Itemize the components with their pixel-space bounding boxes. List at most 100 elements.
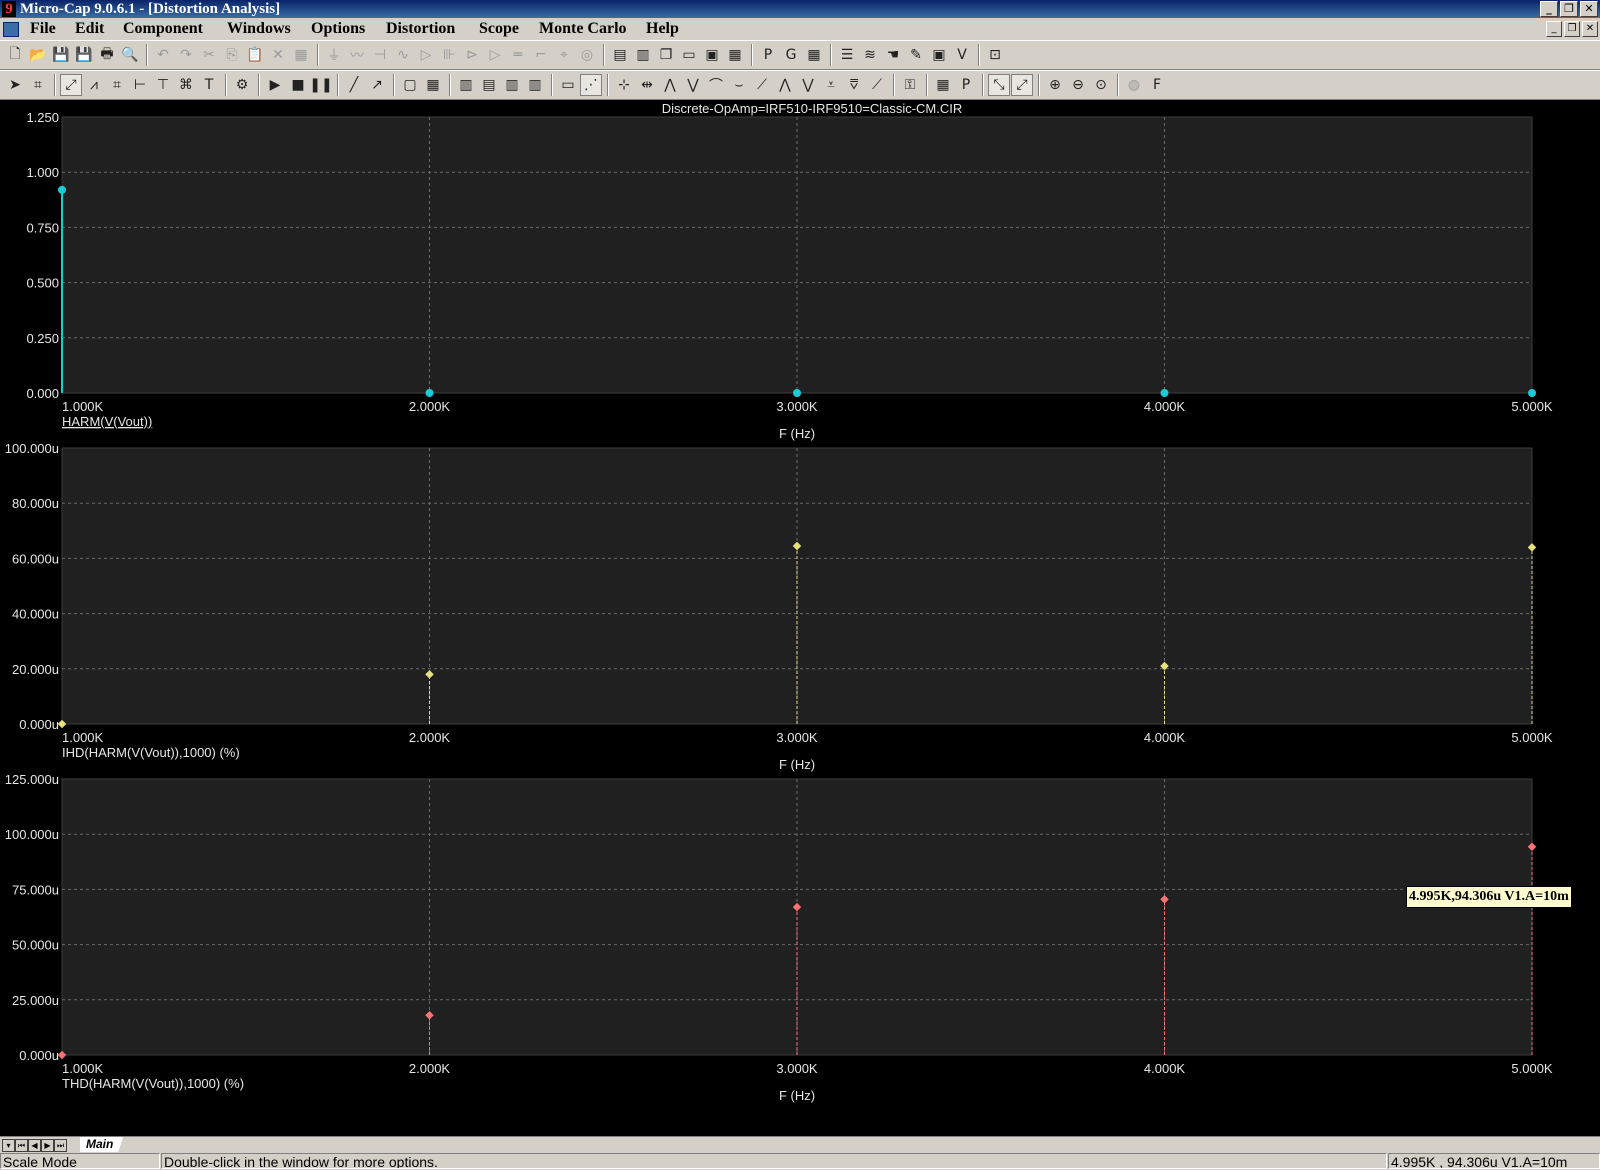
p-key-icon[interactable]: P — [757, 44, 779, 66]
plot-icon[interactable]: ▣ — [928, 44, 950, 66]
grid-icon[interactable]: ▦ — [422, 74, 444, 96]
g-key-icon[interactable]: G — [780, 44, 802, 66]
data-points-icon[interactable]: ▤ — [478, 74, 500, 96]
calculator-icon[interactable]: ▦ — [724, 44, 746, 66]
opamp-icon[interactable]: ▷ — [484, 44, 506, 66]
waveform-icon[interactable]: ≋ — [859, 44, 881, 66]
npn-icon[interactable]: ⊳ — [461, 44, 483, 66]
doc-close-button[interactable]: ✕ — [1582, 21, 1598, 37]
same-y-icon[interactable]: ⇹ — [636, 74, 658, 96]
scale-mode-icon[interactable]: ⤢ — [60, 74, 82, 96]
probe-icon[interactable]: ⌖ — [553, 44, 575, 66]
global-high-icon[interactable]: ⋀ — [774, 74, 796, 96]
table-icon[interactable]: ▦ — [932, 74, 954, 96]
print-icon[interactable]: 🖶 — [96, 44, 118, 66]
resistor-icon[interactable]: 〰 — [346, 44, 368, 66]
window-icon[interactable]: ▭ — [678, 44, 700, 66]
inductor-icon[interactable]: ∿ — [392, 44, 414, 66]
list-icon[interactable]: ☰ — [836, 44, 858, 66]
minor-grid-icon[interactable]: ▥ — [455, 74, 477, 96]
window2-icon[interactable]: ▣ — [701, 44, 723, 66]
vertical-tag-icon[interactable]: ⊤ — [152, 74, 174, 96]
high-icon[interactable]: ⌒ — [705, 74, 727, 96]
delete-icon[interactable]: ✕ — [267, 44, 289, 66]
stop-icon[interactable]: ■ — [287, 74, 309, 96]
cursor-icon[interactable]: ⋰ — [580, 74, 602, 96]
capacitor-icon[interactable]: ⊣ — [369, 44, 391, 66]
paste-icon[interactable]: 📋 — [244, 44, 266, 66]
menu-monte-carlo[interactable]: Monte Carlo — [539, 20, 627, 38]
plot-window[interactable]: Discrete-OpAmp=IRF510-IRF9510=Classic-CM… — [0, 100, 1600, 1136]
cursor-mode-icon[interactable]: ⩘ — [83, 74, 105, 96]
line-icon[interactable]: ╱ — [343, 74, 365, 96]
save-icon[interactable]: 💾 — [50, 44, 72, 66]
pause-icon[interactable]: ❚❚ — [309, 74, 332, 96]
new-icon[interactable]: 🗋 — [4, 44, 26, 66]
tab-prev-button[interactable]: ◀ — [28, 1139, 41, 1152]
tab-last-button[interactable]: ⏭ — [54, 1139, 67, 1152]
close-button[interactable]: ✕ — [1580, 1, 1598, 17]
ground-icon[interactable]: ⏚ — [323, 44, 345, 66]
menu-distortion[interactable]: Distortion — [386, 20, 455, 38]
source-icon[interactable]: ◎ — [576, 44, 598, 66]
text-icon[interactable]: T — [198, 74, 220, 96]
tab-main[interactable]: Main — [80, 1137, 124, 1152]
horizontal-tag-icon[interactable]: ⊢ — [129, 74, 151, 96]
tab-first-button[interactable]: ⏮ — [15, 1139, 28, 1152]
menu-windows[interactable]: Windows — [227, 20, 291, 38]
restore-button[interactable]: ❐ — [1560, 1, 1578, 17]
jumper-icon[interactable]: ⌐ — [530, 44, 552, 66]
tile-vertical-icon[interactable]: ▥ — [632, 44, 654, 66]
select-arrow-icon[interactable]: ➤ — [4, 74, 26, 96]
top-icon[interactable]: ⩡ — [820, 74, 842, 96]
cascade-icon[interactable]: ❐ — [655, 44, 677, 66]
peak-icon[interactable]: ⋀ — [659, 74, 681, 96]
inflection-icon[interactable]: ⟋ — [751, 74, 773, 96]
document-icon[interactable] — [3, 22, 19, 37]
plus-minus-icon[interactable]: ▭ — [557, 74, 579, 96]
bus-icon[interactable]: ═ — [507, 44, 529, 66]
tab-menu-button[interactable]: ▾ — [2, 1139, 15, 1152]
slope-icon[interactable]: ⟋ — [866, 74, 888, 96]
grid-icon[interactable]: ▦ — [803, 44, 825, 66]
valley-icon[interactable]: ⋁ — [682, 74, 704, 96]
point-tag-icon[interactable]: ⌗ — [106, 74, 128, 96]
hand-icon[interactable]: ☚ — [882, 44, 904, 66]
pen-icon[interactable]: ✎ — [905, 44, 927, 66]
global-low-icon[interactable]: ⋁ — [797, 74, 819, 96]
micro-cap-app-icon[interactable]: 9 — [2, 1, 16, 17]
globe-icon[interactable]: ◍ — [1123, 74, 1145, 96]
undo-icon[interactable]: ↶ — [152, 44, 174, 66]
redo-icon[interactable]: ↷ — [175, 44, 197, 66]
low-icon[interactable]: ⌣ — [728, 74, 750, 96]
tag-mode-icon[interactable]: ⚿ — [899, 74, 921, 96]
doc-restore-button[interactable]: ❐ — [1564, 21, 1580, 37]
zoom-in-icon[interactable]: ⊕ — [1044, 74, 1066, 96]
menu-scope[interactable]: Scope — [479, 20, 519, 38]
menu-edit[interactable]: Edit — [75, 20, 104, 38]
battery-icon[interactable]: ⊪ — [438, 44, 460, 66]
scale-y-icon[interactable]: ⤢ — [1011, 74, 1033, 96]
ruler-icon[interactable]: ▥ — [524, 74, 546, 96]
p-label-icon[interactable]: P — [955, 74, 977, 96]
tab-next-button[interactable]: ▶ — [41, 1139, 54, 1152]
open-icon[interactable]: 📂 — [27, 44, 49, 66]
run-icon[interactable]: ▶ — [264, 74, 286, 96]
menu-file[interactable]: File — [30, 20, 56, 38]
cut-icon[interactable]: ✂ — [198, 44, 220, 66]
select-all-icon[interactable]: ▦ — [290, 44, 312, 66]
distortion-plots[interactable]: Discrete-OpAmp=IRF510-IRF9510=Classic-CM… — [0, 100, 1600, 1136]
scale-x-icon[interactable]: ⤡ — [988, 74, 1010, 96]
copy-icon[interactable]: ⎘ — [221, 44, 243, 66]
minimize-button[interactable]: _ — [1540, 1, 1558, 17]
v-ab-icon[interactable]: V — [951, 44, 973, 66]
box-icon[interactable]: ▢ — [399, 74, 421, 96]
zoom-out-icon[interactable]: ⊖ — [1067, 74, 1089, 96]
bottom-icon[interactable]: ⩢ — [843, 74, 865, 96]
doc-minimize-button[interactable]: _ — [1546, 21, 1562, 37]
menu-options[interactable]: Options — [311, 20, 365, 38]
properties-icon[interactable]: ⚙ — [231, 74, 253, 96]
tile-horizontal-icon[interactable]: ▤ — [609, 44, 631, 66]
cursor-readout-tag[interactable]: 4.995K,94.306u V1.A=10m — [1406, 886, 1572, 908]
baseline-icon[interactable]: ⊹ — [613, 74, 635, 96]
